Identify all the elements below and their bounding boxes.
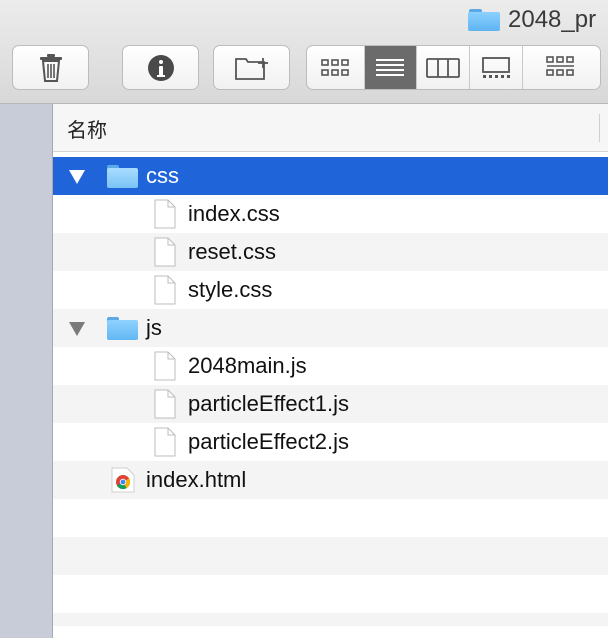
empty-row — [53, 613, 608, 626]
list-header: 名称 — [53, 104, 608, 152]
document-icon — [149, 236, 181, 268]
group-icon — [546, 55, 575, 76]
list-view-button[interactable] — [364, 46, 418, 89]
document-icon — [149, 274, 181, 306]
column-view-button[interactable] — [417, 46, 470, 89]
document-icon — [149, 350, 181, 382]
empty-row — [53, 499, 608, 537]
column-view-icon — [426, 57, 460, 78]
view-mode-segmented-control — [306, 45, 601, 90]
column-divider[interactable] — [599, 114, 600, 142]
new-folder-button[interactable] — [213, 45, 290, 90]
list-item-index-css[interactable]: index.css — [53, 195, 608, 233]
folder-icon — [468, 9, 500, 31]
list-item-css-folder[interactable]: css — [53, 157, 608, 195]
document-icon — [149, 388, 181, 420]
chrome-document-icon — [107, 464, 139, 496]
list-item-index-html[interactable]: index.html — [53, 461, 608, 499]
file-name: 2048main.js — [188, 353, 307, 378]
list-item-particleeffect1-js[interactable]: particleEffect1.js — [53, 385, 608, 423]
file-name: css — [146, 163, 179, 188]
file-name: style.css — [188, 277, 273, 302]
list-item-style-css[interactable]: style.css — [53, 271, 608, 309]
icon-view-icon — [321, 58, 350, 76]
info-icon — [147, 54, 174, 81]
trash-icon — [39, 53, 62, 82]
gallery-view-button[interactable] — [470, 46, 523, 89]
sidebar — [0, 104, 53, 638]
icon-view-button[interactable] — [307, 46, 365, 89]
file-name: particleEffect2.js — [188, 429, 350, 454]
document-icon — [149, 198, 181, 230]
list-view-icon — [376, 58, 405, 76]
list-item-particleeffect2-js[interactable]: particleEffect2.js — [53, 423, 608, 461]
folder-icon — [107, 312, 139, 344]
list-item-reset-css[interactable]: reset.css — [53, 233, 608, 271]
group-button[interactable] — [523, 46, 600, 89]
gallery-view-icon — [481, 56, 510, 78]
document-icon — [149, 426, 181, 458]
name-column-header[interactable]: 名称 — [67, 104, 107, 152]
folder-icon — [107, 160, 139, 192]
file-name: reset.css — [188, 239, 277, 264]
file-name: index.html — [146, 467, 247, 492]
delete-button[interactable] — [12, 45, 89, 90]
file-list: css index.css reset.css style.css js 204… — [53, 157, 608, 626]
file-name: particleEffect1.js — [188, 391, 350, 416]
empty-row — [53, 575, 608, 613]
file-name: js — [146, 315, 162, 340]
empty-row — [53, 537, 608, 575]
new-folder-icon — [234, 57, 268, 80]
window-title-text: 2048_pr — [508, 6, 597, 33]
disclosure-triangle-icon[interactable] — [69, 322, 85, 336]
list-item-2048main-js[interactable]: 2048main.js — [53, 347, 608, 385]
window-toolbar: 2048_pr — [0, 0, 608, 104]
list-item-js-folder[interactable]: js — [53, 309, 608, 347]
disclosure-triangle-icon[interactable] — [69, 170, 85, 184]
file-name: index.css — [188, 201, 280, 226]
window-title: 2048_pr — [468, 4, 596, 36]
get-info-button[interactable] — [122, 45, 199, 90]
